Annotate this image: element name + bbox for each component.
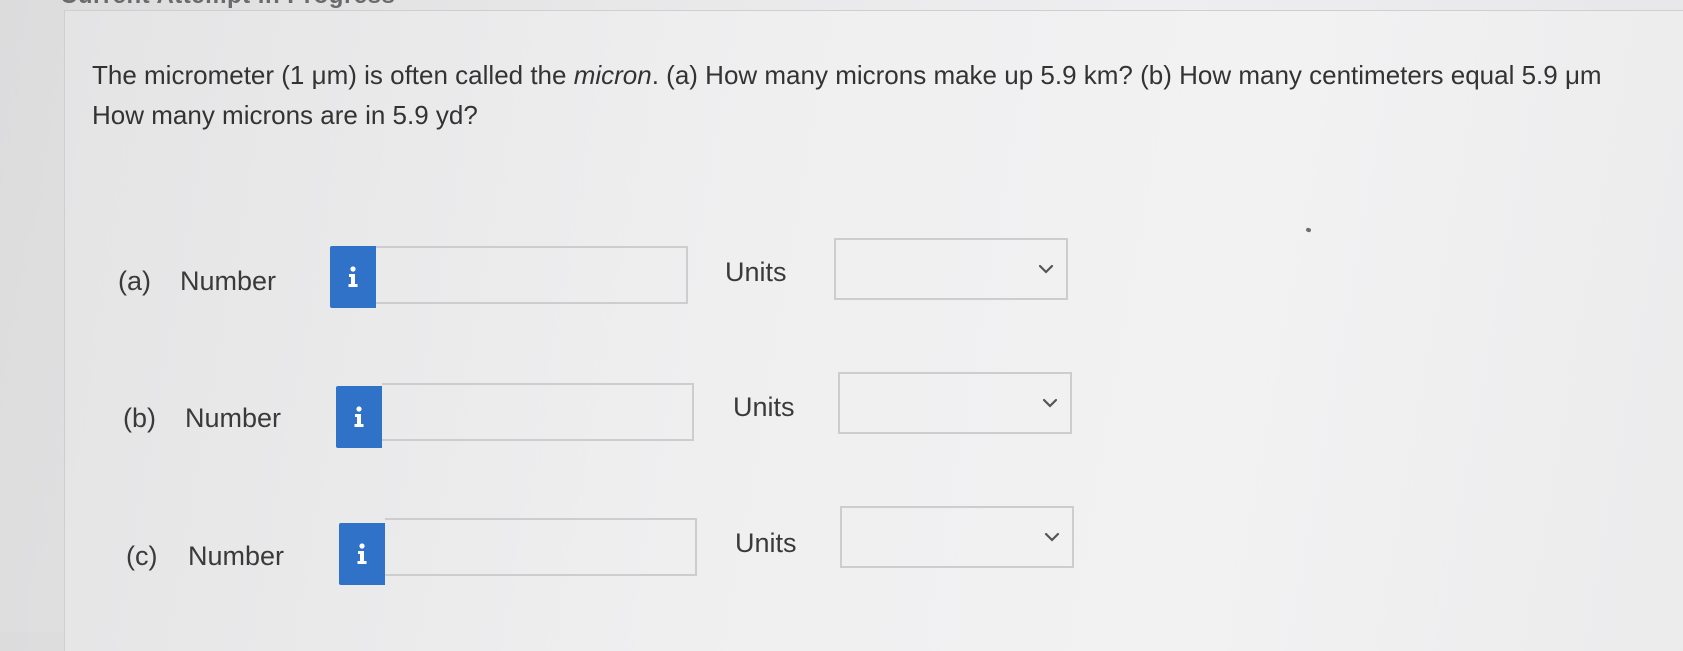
info-icon — [348, 266, 358, 287]
chevron-down-icon — [1038, 264, 1054, 274]
info-button-c[interactable] — [339, 523, 385, 585]
chevron-down-icon — [1042, 398, 1058, 408]
info-icon — [354, 406, 364, 427]
part-label-b: (b) Number — [123, 403, 282, 433]
page-title-cutoff: Current Attempt in Progress — [60, 0, 395, 10]
units-select-c[interactable] — [840, 506, 1074, 568]
question-line-2: How many microns are in 5.9 yd? — [92, 100, 478, 130]
units-label-b: Units — [733, 392, 795, 422]
chevron-down-icon — [1044, 532, 1060, 542]
units-label-a: Units — [725, 257, 787, 287]
number-input-b[interactable] — [382, 383, 694, 441]
part-label-a: (a) Number — [118, 266, 277, 296]
units-select-a[interactable] — [834, 238, 1068, 300]
number-input-c[interactable] — [385, 518, 697, 576]
info-button-b[interactable] — [336, 386, 382, 448]
info-icon — [357, 543, 367, 564]
units-label-c: Units — [735, 528, 797, 558]
question-line-1: The micrometer (1 μm) is often called th… — [92, 60, 1602, 90]
number-input-a[interactable] — [376, 246, 688, 304]
info-button-a[interactable] — [330, 246, 376, 308]
units-select-b[interactable] — [838, 372, 1072, 434]
part-label-c: (c) Number — [126, 541, 285, 571]
question-text: The micrometer (1 μm) is often called th… — [92, 55, 1683, 135]
